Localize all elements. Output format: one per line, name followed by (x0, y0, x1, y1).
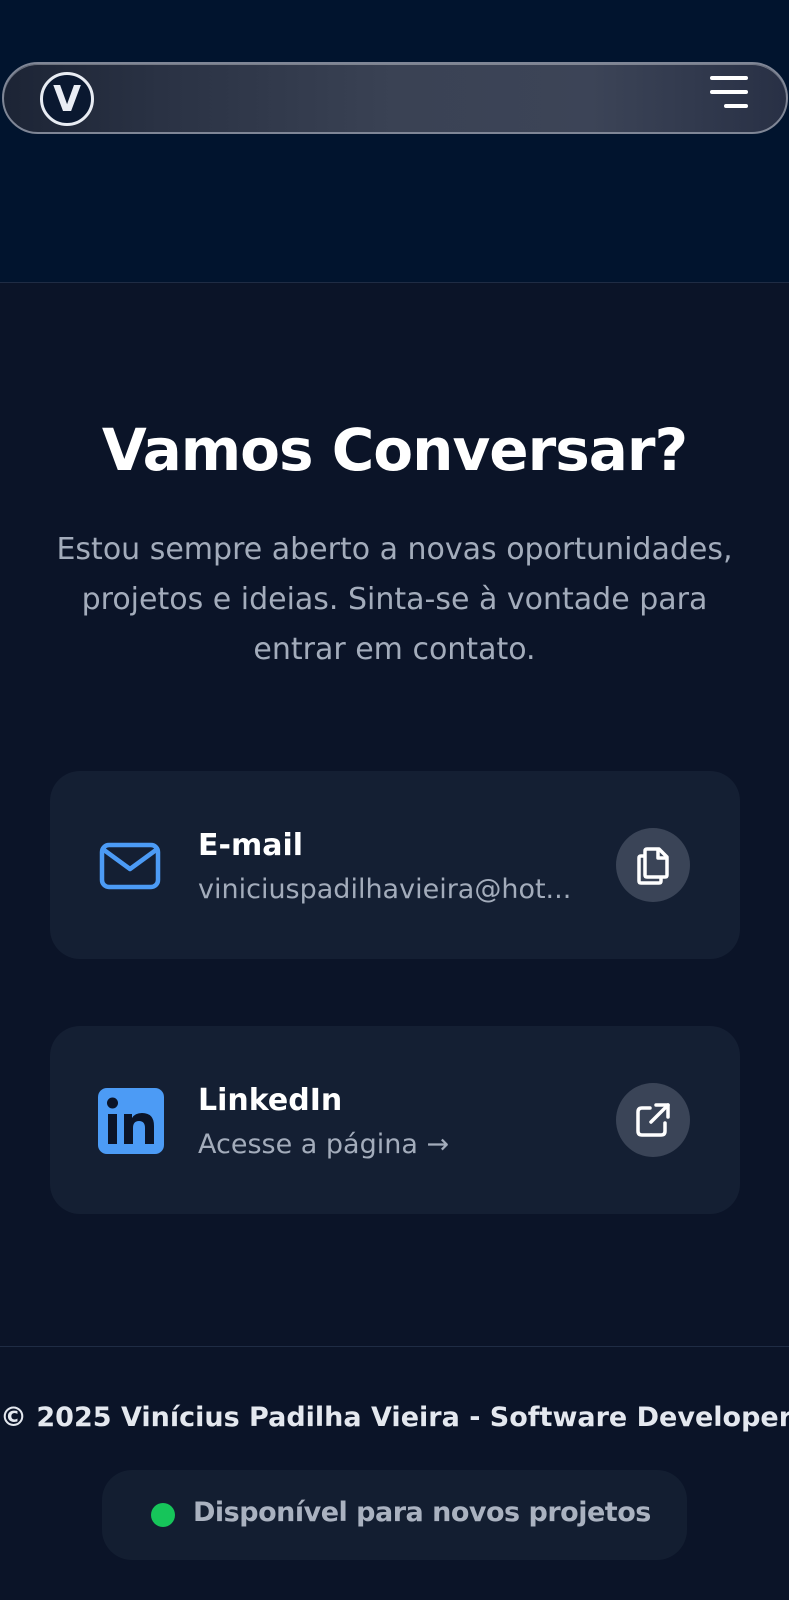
availability-text: Disponível para novos projetos (193, 1497, 651, 1528)
email-card-title: E-mail (198, 828, 304, 863)
availability-badge: Disponível para novos projetos (102, 1470, 687, 1560)
page-title: Vamos Conversar? (101, 416, 688, 484)
page-subtitle: Estou sempre aberto a novas oportunidade… (56, 532, 733, 667)
linkedin-link-text[interactable]: Acesse a página → (198, 1129, 578, 1160)
linkedin-icon (98, 1088, 164, 1154)
copyright-text: © 2025 Vinícius Padilha Vieira - Softwar… (0, 1402, 789, 1433)
email-card[interactable]: E-mail viniciuspadilhavieira@hot... (50, 771, 740, 959)
email-address: viniciuspadilhavieira@hot... (198, 874, 572, 905)
hamburger-menu-icon[interactable] (710, 76, 748, 108)
linkedin-card[interactable]: LinkedIn Acesse a página → (50, 1026, 740, 1214)
header-area: V (0, 0, 789, 283)
copy-icon (637, 847, 669, 885)
external-link-icon (636, 1103, 670, 1137)
status-dot-icon (151, 1503, 175, 1527)
mail-icon (98, 833, 162, 897)
contact-section: Vamos Conversar? Estou sempre aberto a n… (0, 284, 789, 1347)
linkedin-card-title: LinkedIn (198, 1083, 343, 1118)
copy-email-button[interactable] (616, 828, 690, 902)
navbar: V (2, 62, 788, 134)
logo-letter: V (53, 79, 81, 120)
logo[interactable]: V (40, 72, 94, 126)
footer: © 2025 Vinícius Padilha Vieira - Softwar… (0, 1348, 789, 1600)
open-linkedin-button[interactable] (616, 1083, 690, 1157)
